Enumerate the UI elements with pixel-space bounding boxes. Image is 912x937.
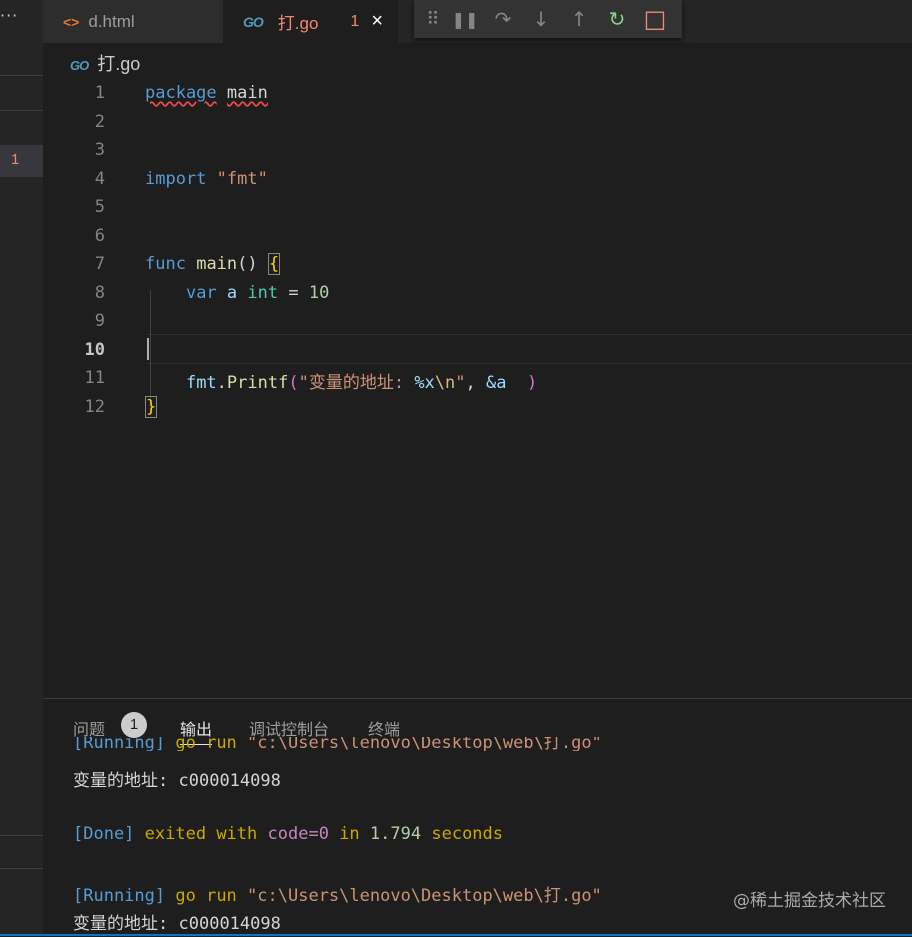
- argument: &a: [486, 373, 507, 393]
- tab-d-html[interactable]: <> d.html: [43, 0, 223, 43]
- line-number: 12: [84, 397, 105, 417]
- step-out-icon[interactable]: ↑: [560, 7, 598, 31]
- paren-open: (: [288, 373, 299, 393]
- variable: a: [226, 283, 238, 303]
- output-line: 变量的地址: c000014098: [73, 771, 281, 791]
- html-icon: <>: [63, 13, 80, 30]
- problems-badge: 1: [121, 712, 147, 738]
- close-icon[interactable]: ×: [371, 10, 383, 33]
- type-name: int: [247, 283, 279, 303]
- line-number: 9: [94, 311, 105, 331]
- line-number: 5: [94, 197, 105, 217]
- pause-icon[interactable]: ❚❚: [446, 10, 484, 29]
- code-line-7: func main() {: [145, 253, 281, 275]
- string-literal: "变量的地址:: [298, 373, 415, 393]
- number-literal: 10: [308, 283, 330, 303]
- step-over-icon[interactable]: ↷: [484, 7, 522, 31]
- package-ref: fmt: [185, 373, 217, 393]
- divider: [0, 110, 43, 111]
- code-line-8: var a int = 10: [145, 283, 329, 303]
- line-number: 1: [94, 83, 105, 103]
- matched-brace: }: [145, 396, 158, 418]
- divider: [0, 75, 43, 76]
- line-number: 7: [94, 254, 105, 274]
- tab-label: d.html: [88, 11, 135, 31]
- debug-toolbar: ⠿ ❚❚ ↷ ↓ ↑ ↻ □: [414, 0, 682, 38]
- operator: =: [288, 283, 299, 303]
- line-number: 2: [94, 112, 105, 132]
- output-line-running: [Running] go run "c:\Users\lenovo\Deskto…: [73, 886, 602, 906]
- tab-label: 打.go: [277, 14, 319, 33]
- keyword: var: [185, 283, 217, 303]
- watermark: @稀土掘金技术社区: [733, 891, 886, 911]
- line-number: 4: [94, 169, 105, 189]
- dot: .: [216, 373, 227, 393]
- string-literal: "fmt": [216, 169, 268, 189]
- paren-close: ): [526, 373, 538, 393]
- line-number: 8: [94, 283, 105, 303]
- line-number: 6: [94, 226, 105, 246]
- keyword: package: [145, 83, 217, 103]
- output-line-clipped: [Running] go run "c:\Users\lenovo\Deskto…: [73, 737, 602, 751]
- matched-brace: {: [267, 253, 281, 275]
- function-call: Printf: [226, 373, 289, 393]
- go-icon: GO: [243, 13, 264, 30]
- code-line-12: }: [145, 396, 158, 418]
- divider: [0, 835, 43, 836]
- keyword: import: [145, 169, 207, 189]
- go-icon: GO: [70, 58, 89, 73]
- function-name: main: [196, 254, 238, 274]
- output-line-done: [Done] exited with code=0 in 1.794 secon…: [73, 824, 504, 844]
- keyword: func: [145, 254, 186, 274]
- drag-handle-icon[interactable]: ⠿: [420, 9, 446, 30]
- format-verb: %x: [414, 373, 435, 393]
- more-actions-icon[interactable]: ···: [0, 6, 24, 25]
- breadcrumb[interactable]: GO 打.go: [70, 50, 140, 76]
- stop-icon[interactable]: □: [636, 5, 674, 33]
- tab-problem-count: 1: [350, 12, 360, 30]
- line-number: 3: [94, 140, 105, 160]
- parens: (): [237, 254, 258, 274]
- restart-icon[interactable]: ↻: [598, 7, 636, 31]
- text-cursor: [147, 338, 149, 360]
- step-into-icon[interactable]: ↓: [522, 7, 560, 31]
- output-line: 变量的地址: c000014098: [73, 914, 281, 934]
- string-literal-end: ": [455, 373, 466, 393]
- escape-sequence: \n: [434, 373, 456, 393]
- activity-sidebar: ··· 1: [0, 0, 43, 936]
- code-line-4: import "fmt": [145, 169, 268, 189]
- code-line-1: package main: [145, 83, 268, 103]
- current-line-highlight: [147, 334, 912, 364]
- problem-count: 1: [11, 151, 20, 168]
- code-editor[interactable]: 1 2 3 4 5 6 7 8 9 10 11 12 package main …: [43, 78, 912, 698]
- comma: ,: [465, 373, 487, 393]
- line-number-current: 10: [84, 340, 105, 360]
- divider: [0, 868, 43, 869]
- package-name: main: [226, 83, 268, 103]
- line-number: 11: [84, 368, 105, 388]
- sidebar-problem-row[interactable]: 1: [0, 145, 43, 177]
- breadcrumb-file: 打.go: [97, 54, 141, 74]
- code-line-11: fmt.Printf("变量的地址: %x\n", &a ): [145, 368, 537, 393]
- tab-da-go[interactable]: GO 打.go 1 ×: [223, 0, 398, 43]
